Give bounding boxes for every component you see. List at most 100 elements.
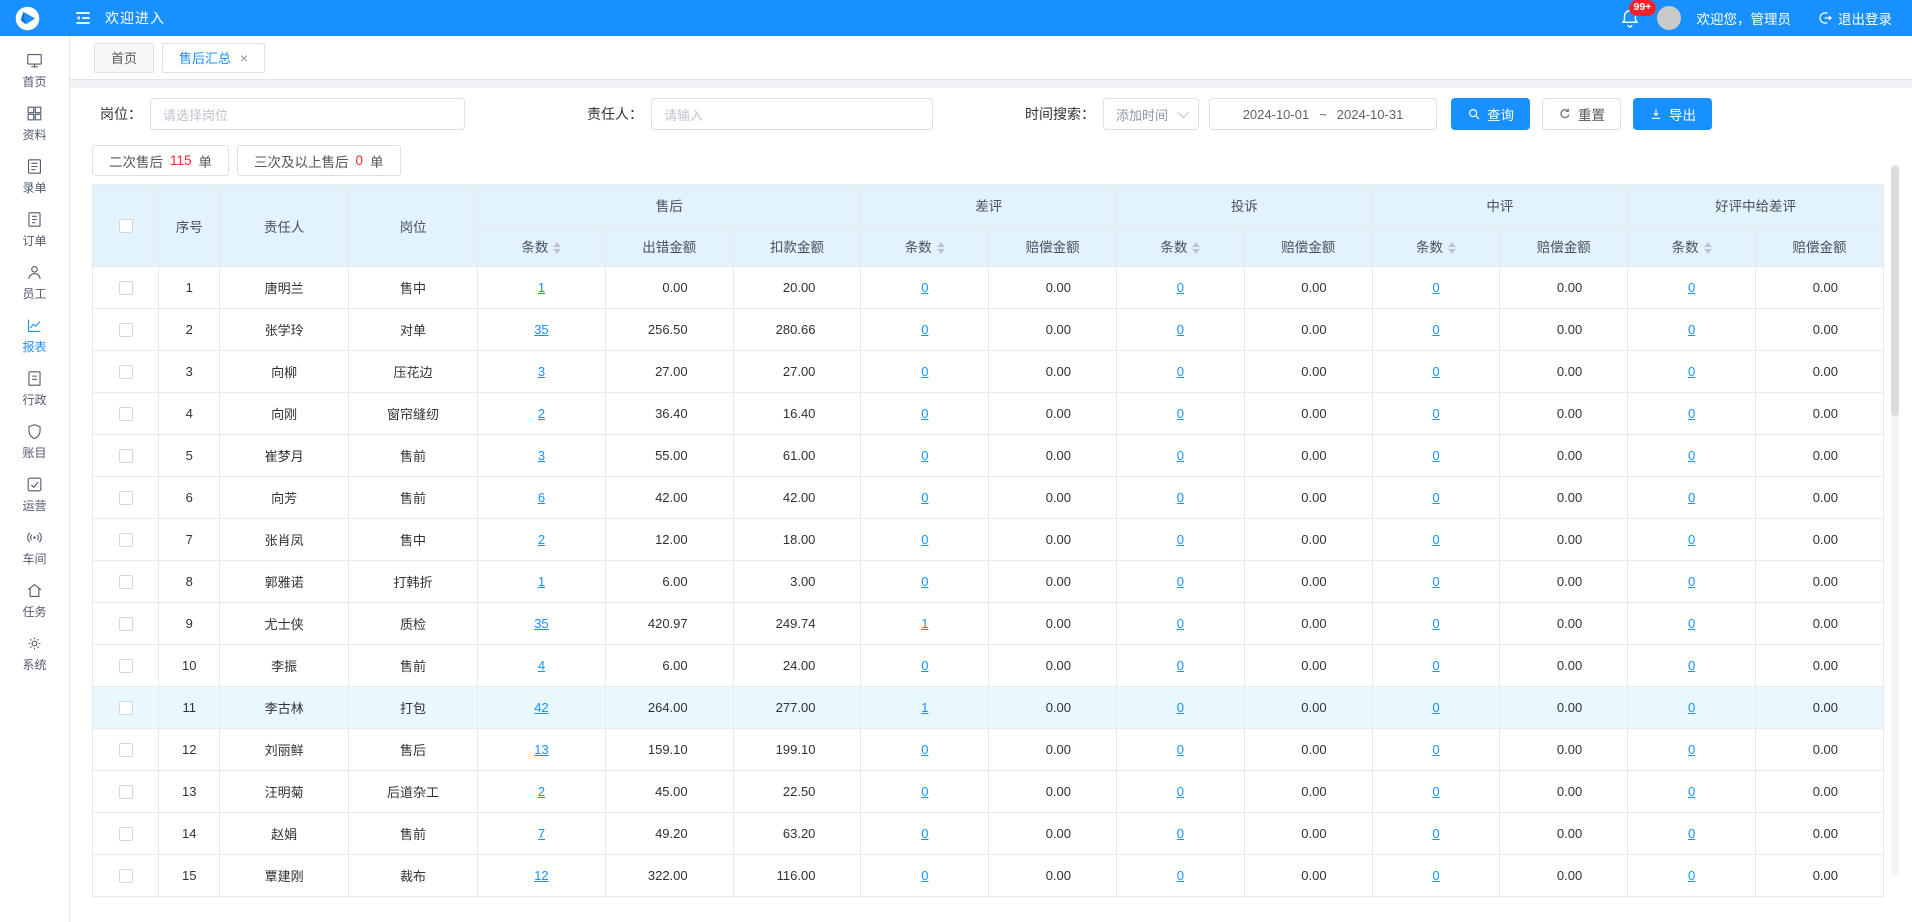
tab-aftersale-summary[interactable]: 售后汇总 × [162,43,265,73]
row-checkbox[interactable] [119,323,133,337]
count-link[interactable]: 0 [1432,322,1439,337]
count-link[interactable]: 0 [1432,280,1439,295]
count-link[interactable]: 2 [538,406,545,421]
count-link[interactable]: 12 [534,868,548,883]
count-link[interactable]: 0 [921,364,928,379]
count-link[interactable]: 3 [538,448,545,463]
person-filter-input[interactable]: 请输入 [651,98,933,130]
count-link[interactable]: 0 [1177,322,1184,337]
row-checkbox[interactable] [119,533,133,547]
count-link[interactable]: 13 [534,742,548,757]
sidebar-item-系统[interactable]: 系统 [0,627,69,680]
row-checkbox[interactable] [119,491,133,505]
count-link[interactable]: 0 [1177,826,1184,841]
count-link[interactable]: 0 [921,322,928,337]
logout-button[interactable]: 退出登录 [1817,8,1892,28]
count-link[interactable]: 0 [1688,868,1695,883]
reset-button[interactable]: 重置 [1542,98,1621,130]
count-link[interactable]: 42 [534,700,548,715]
row-checkbox[interactable] [119,365,133,379]
count-link[interactable]: 0 [1177,280,1184,295]
count-link[interactable]: 0 [921,574,928,589]
count-link[interactable]: 0 [1432,616,1439,631]
count-link[interactable]: 0 [1688,280,1695,295]
count-link[interactable]: 0 [1432,574,1439,589]
count-link[interactable]: 6 [538,490,545,505]
sort-icon[interactable] [937,242,945,254]
search-button[interactable]: 查询 [1451,98,1530,130]
row-checkbox[interactable] [119,575,133,589]
count-link[interactable]: 35 [534,322,548,337]
count-link[interactable]: 0 [921,406,928,421]
count-link[interactable]: 0 [1177,406,1184,421]
count-link[interactable]: 0 [1432,742,1439,757]
count-link[interactable]: 0 [1688,784,1695,799]
tab-home[interactable]: 首页 [94,43,154,73]
count-link[interactable]: 0 [1177,616,1184,631]
row-checkbox[interactable] [119,701,133,715]
count-link[interactable]: 0 [1688,448,1695,463]
count-link[interactable]: 0 [1177,868,1184,883]
count-link[interactable]: 0 [1177,742,1184,757]
count-link[interactable]: 0 [921,448,928,463]
count-link[interactable]: 0 [1177,448,1184,463]
count-link[interactable]: 0 [1688,364,1695,379]
row-checkbox[interactable] [119,869,133,883]
sort-icon[interactable] [553,242,561,254]
row-checkbox[interactable] [119,659,133,673]
sort-icon[interactable] [1704,242,1712,254]
row-checkbox[interactable] [119,281,133,295]
count-link[interactable]: 0 [1432,700,1439,715]
time-type-select[interactable]: 添加时间 [1103,98,1199,130]
count-link[interactable]: 0 [1432,490,1439,505]
count-link[interactable]: 0 [1688,322,1695,337]
count-link[interactable]: 0 [1177,574,1184,589]
vertical-scrollbar[interactable] [1891,164,1899,876]
count-link[interactable]: 0 [1432,532,1439,547]
menu-fold-icon[interactable] [73,8,93,28]
count-link[interactable]: 0 [921,658,928,673]
row-checkbox[interactable] [119,449,133,463]
count-link[interactable]: 4 [538,658,545,673]
count-link[interactable]: 0 [1177,784,1184,799]
sidebar-item-首页[interactable]: 首页 [0,44,69,97]
select-all-checkbox[interactable] [119,219,133,233]
count-link[interactable]: 0 [921,868,928,883]
tab-third-plus-aftersale[interactable]: 三次及以上售后 0 单 [237,145,401,176]
count-link[interactable]: 0 [1432,658,1439,673]
sidebar-item-订单[interactable]: 订单 [0,203,69,256]
sidebar-item-运营[interactable]: 运营 [0,468,69,521]
count-link[interactable]: 0 [1432,784,1439,799]
count-link[interactable]: 3 [538,364,545,379]
count-link[interactable]: 1 [921,616,928,631]
count-link[interactable]: 0 [921,532,928,547]
count-link[interactable]: 35 [534,616,548,631]
count-link[interactable]: 0 [921,784,928,799]
sidebar-item-车间[interactable]: 车间 [0,521,69,574]
sidebar-item-行政[interactable]: 行政 [0,362,69,415]
row-checkbox[interactable] [119,827,133,841]
count-link[interactable]: 0 [1177,532,1184,547]
count-link[interactable]: 0 [1688,742,1695,757]
count-link[interactable]: 0 [1688,700,1695,715]
count-link[interactable]: 0 [1432,868,1439,883]
count-link[interactable]: 1 [538,574,545,589]
count-link[interactable]: 0 [1688,616,1695,631]
sort-icon[interactable] [1192,242,1200,254]
count-link[interactable]: 0 [1177,700,1184,715]
sidebar-item-账目[interactable]: 账目 [0,415,69,468]
count-link[interactable]: 0 [1177,490,1184,505]
scrollbar-thumb[interactable] [1891,166,1899,416]
count-link[interactable]: 0 [1688,658,1695,673]
count-link[interactable]: 0 [1688,490,1695,505]
count-link[interactable]: 1 [921,700,928,715]
count-link[interactable]: 0 [1432,406,1439,421]
row-checkbox[interactable] [119,743,133,757]
count-link[interactable]: 0 [921,490,928,505]
count-link[interactable]: 0 [921,826,928,841]
row-checkbox[interactable] [119,617,133,631]
count-link[interactable]: 2 [538,532,545,547]
tab-second-aftersale[interactable]: 二次售后 115 单 [92,145,229,176]
count-link[interactable]: 0 [1688,574,1695,589]
sidebar-item-任务[interactable]: 任务 [0,574,69,627]
